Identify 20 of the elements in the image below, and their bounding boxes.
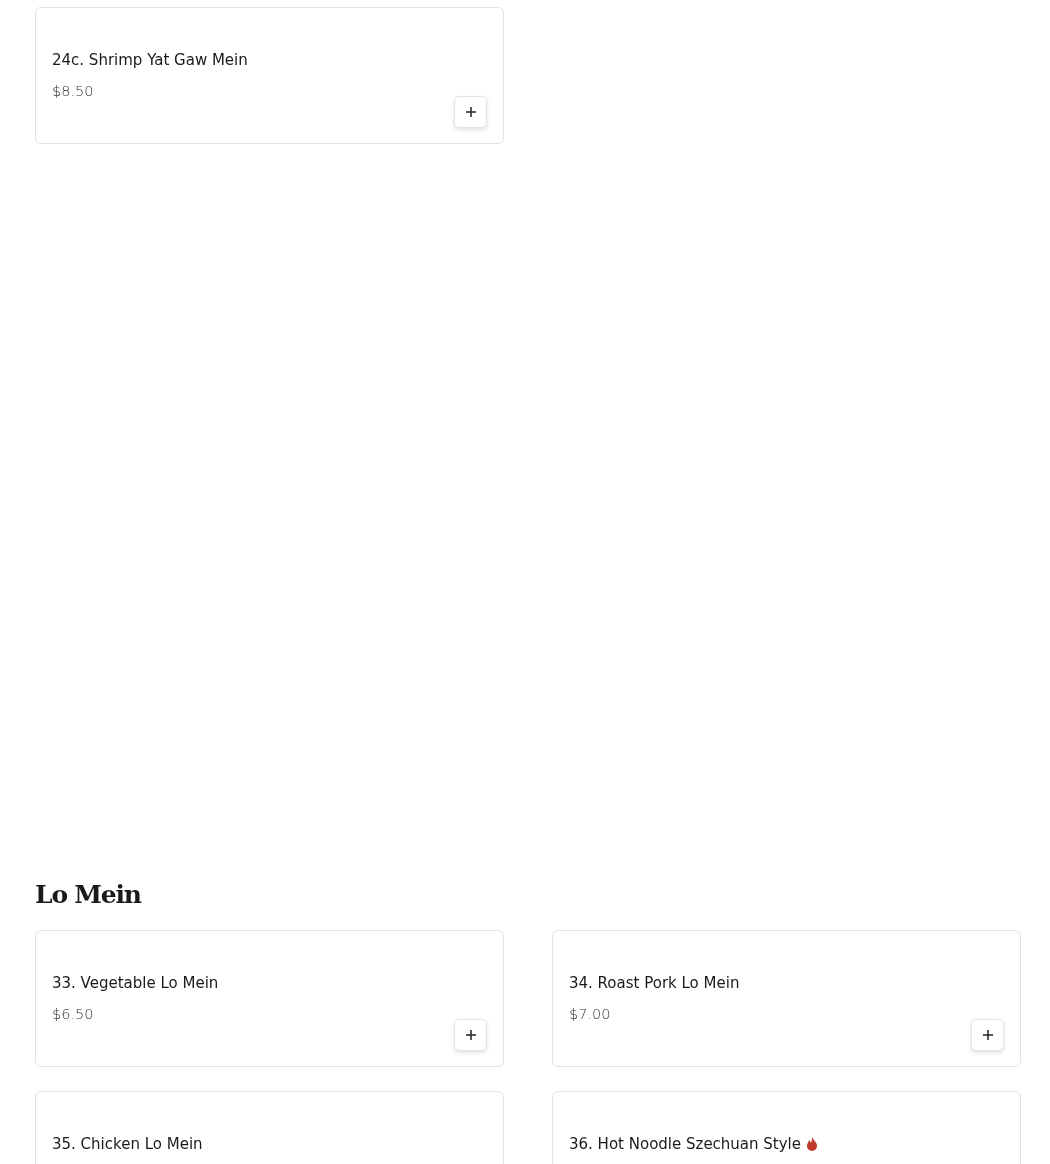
item-name: 36. Hot Noodle Szechuan Style	[569, 1134, 802, 1154]
menu-item-card[interactable]: 24c. Shrimp Yat Gaw Mein $8.50	[35, 7, 504, 144]
menu-item-card[interactable]: 36. Hot Noodle Szechuan Style	[552, 1091, 1021, 1164]
menu-item-card[interactable]: 34. Roast Pork Lo Mein $7.00	[552, 930, 1021, 1067]
item-name: 24c. Shrimp Yat Gaw Mein	[52, 50, 248, 70]
item-price: $6.50	[52, 1006, 95, 1022]
add-button[interactable]	[454, 1019, 487, 1051]
item-price: $8.50	[52, 83, 95, 99]
plus-icon	[465, 107, 476, 117]
add-button[interactable]	[971, 1019, 1004, 1051]
menu-item-card[interactable]: 35. Chicken Lo Mein	[35, 1091, 504, 1164]
plus-icon	[465, 1030, 476, 1040]
item-price: $7.00	[569, 1006, 612, 1022]
section-heading: Lo Mein	[35, 880, 143, 910]
plus-icon	[982, 1030, 993, 1040]
item-name: 35. Chicken Lo Mein	[52, 1134, 203, 1154]
menu-item-card[interactable]: 33. Vegetable Lo Mein $6.50	[35, 930, 504, 1067]
add-button[interactable]	[454, 96, 487, 128]
item-name: 33. Vegetable Lo Mein	[52, 973, 219, 993]
item-name: 34. Roast Pork Lo Mein	[569, 973, 740, 993]
